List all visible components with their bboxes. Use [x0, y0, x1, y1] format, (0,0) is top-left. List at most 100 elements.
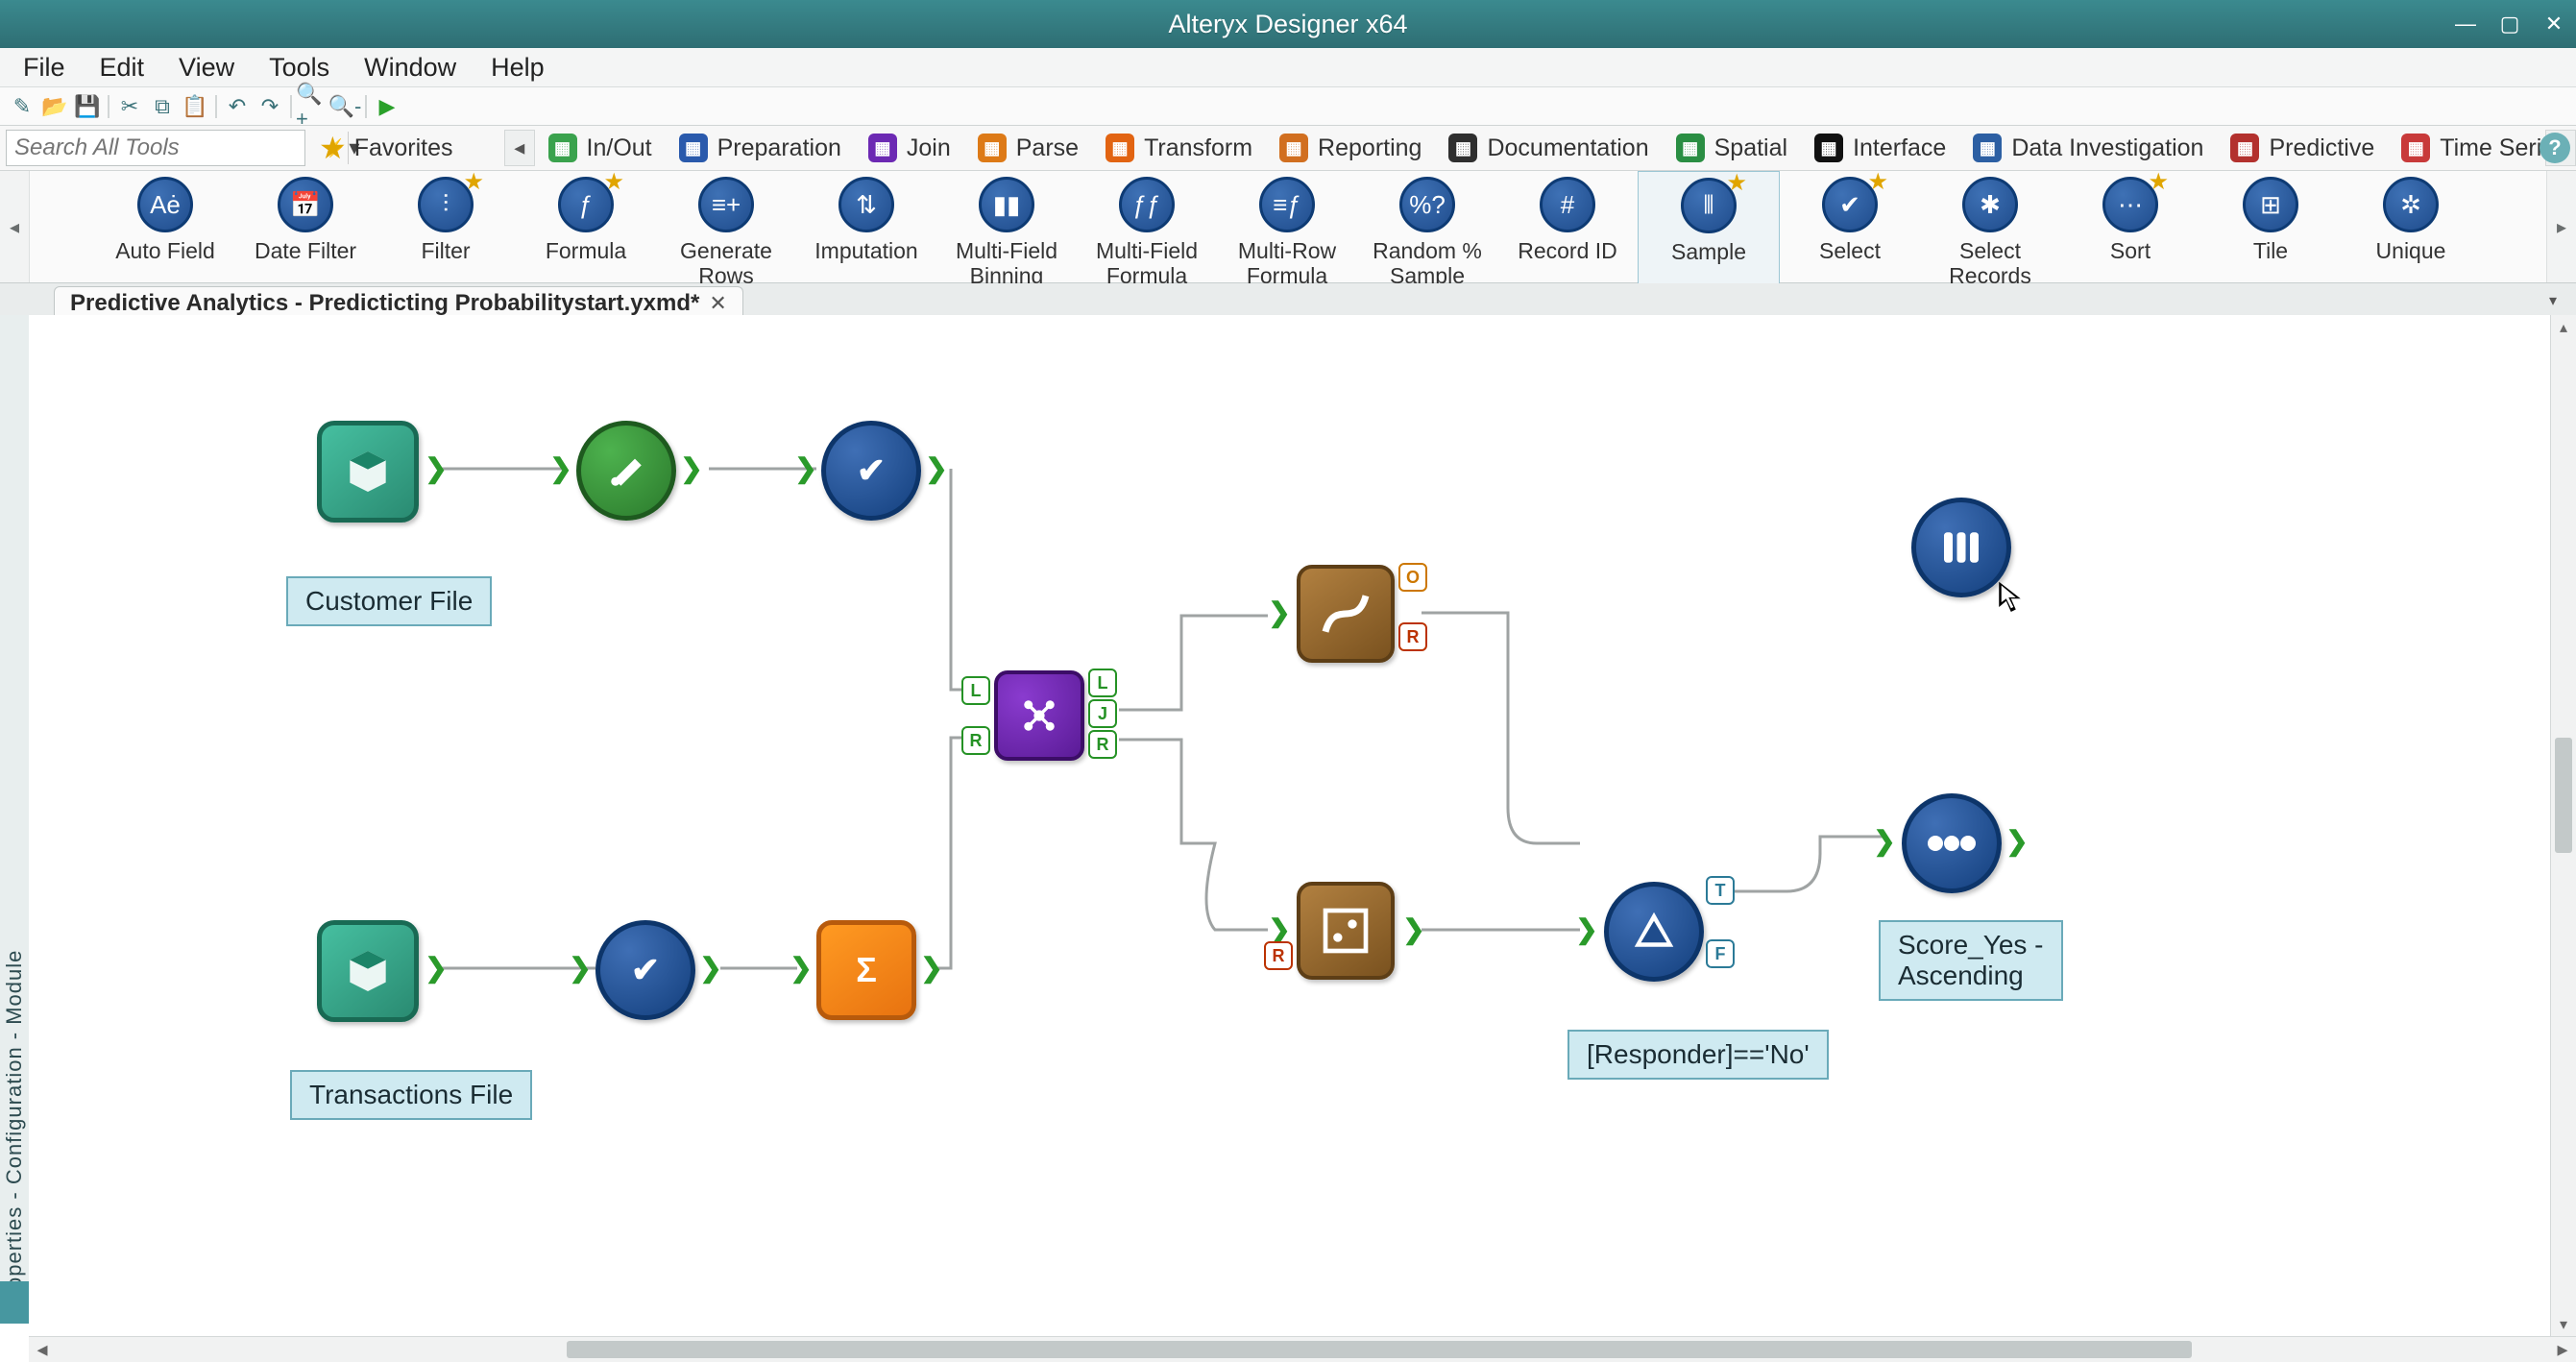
run-icon[interactable]: ▶ — [371, 91, 403, 122]
scroll-down-icon[interactable]: ▾ — [2551, 1312, 2576, 1337]
category-time-series[interactable]: ▦Time Series — [2388, 131, 2545, 165]
copy-icon[interactable]: ⧉ — [146, 91, 179, 122]
tool-multi-row-formula[interactable]: ≡ƒMulti-Row Formula — [1217, 171, 1357, 288]
save-icon[interactable]: 💾 — [71, 91, 104, 122]
input-port[interactable] — [790, 949, 813, 985]
scroll-right-icon[interactable]: ▸ — [2549, 1337, 2576, 1362]
tool-record-id[interactable]: #Record ID — [1497, 171, 1638, 288]
favorites-tab[interactable]: ★ Favorites — [309, 131, 504, 165]
category-data-investigation[interactable]: ▦Data Investigation — [1959, 131, 2217, 165]
join-port-j-out[interactable]: J — [1088, 699, 1117, 728]
category-transform[interactable]: ▦Transform — [1092, 131, 1266, 165]
vertical-scrollbar[interactable]: ▴ ▾ — [2550, 315, 2576, 1337]
category-preparation[interactable]: ▦Preparation — [666, 131, 855, 165]
zoom-out-icon[interactable]: 🔍- — [328, 91, 361, 122]
menu-window[interactable]: Window — [347, 49, 474, 86]
node-sample-drag[interactable] — [1911, 498, 2011, 597]
tool-sample[interactable]: ⫴★Sample — [1638, 171, 1780, 288]
properties-panel-collapsed[interactable]: Properties - Configuration - Module — [0, 315, 30, 1324]
palette-nav-right-icon[interactable]: ▸ — [2546, 171, 2576, 282]
category-predictive[interactable]: ▦Predictive — [2217, 131, 2388, 165]
tool-random-sample[interactable]: %?Random % Sample — [1357, 171, 1497, 288]
maximize-button[interactable]: ▢ — [2488, 0, 2532, 48]
cut-icon[interactable]: ✂ — [113, 91, 146, 122]
node-data-cleansing[interactable] — [576, 421, 676, 521]
node-select-customer[interactable]: ✔ — [821, 421, 921, 521]
node-sort[interactable] — [1902, 793, 2002, 893]
tool-date-filter[interactable]: 📅Date Filter — [235, 171, 376, 288]
paste-icon[interactable]: 📋 — [179, 91, 211, 122]
category-nav-left-icon[interactable]: ◂ — [504, 130, 535, 166]
scroll-thumb-h[interactable] — [567, 1341, 2192, 1358]
search-tool-box[interactable]: ⚡ ▾ — [6, 130, 305, 166]
tab-close-icon[interactable]: ✕ — [709, 291, 726, 316]
input-port[interactable] — [569, 949, 592, 985]
port-o-out[interactable]: O — [1398, 563, 1427, 592]
input-port[interactable] — [549, 450, 572, 486]
zoom-in-icon[interactable]: 🔍+ — [296, 91, 328, 122]
node-input-customer[interactable] — [317, 421, 419, 523]
node-summarize[interactable]: Σ — [816, 920, 916, 1020]
close-button[interactable]: ✕ — [2532, 0, 2576, 48]
canvas[interactable]: Customer File ✔ Transactions File ✔ Σ — [29, 315, 2576, 1337]
output-port[interactable] — [425, 450, 448, 486]
node-select-transactions[interactable]: ✔ — [595, 920, 695, 1020]
tool-filter[interactable]: ⫶★Filter — [376, 171, 516, 288]
input-port[interactable] — [1873, 822, 1896, 859]
join-port-l-out[interactable]: L — [1088, 669, 1117, 697]
horizontal-scrollbar[interactable]: ◂ ▸ — [29, 1336, 2576, 1362]
tool-sort[interactable]: ⋯★Sort — [2060, 171, 2200, 288]
tool-unique[interactable]: ✲Unique — [2341, 171, 2481, 288]
port-false-out[interactable]: F — [1706, 939, 1735, 968]
tab-dropdown-icon[interactable]: ▾ — [2549, 291, 2572, 314]
menu-help[interactable]: Help — [474, 49, 562, 86]
help-icon[interactable]: ? — [2540, 133, 2570, 163]
node-filter[interactable]: T F — [1604, 882, 1704, 982]
output-port[interactable] — [925, 450, 948, 486]
tool-tile[interactable]: ⊞Tile — [2200, 171, 2341, 288]
output-port[interactable] — [425, 949, 448, 985]
new-icon[interactable]: ✎ — [6, 91, 38, 122]
input-port[interactable] — [1268, 594, 1291, 630]
node-score-top[interactable]: O R — [1297, 565, 1395, 663]
input-port[interactable] — [1575, 911, 1598, 947]
palette-nav-left-icon[interactable]: ◂ — [0, 171, 30, 282]
scroll-left-icon[interactable]: ◂ — [29, 1337, 56, 1362]
node-join[interactable]: L R L J R — [994, 670, 1084, 761]
menu-file[interactable]: File — [6, 49, 83, 86]
input-port[interactable] — [794, 450, 817, 486]
category-spatial[interactable]: ▦Spatial — [1663, 131, 1801, 165]
category-reporting[interactable]: ▦Reporting — [1266, 131, 1435, 165]
tool-select[interactable]: ✔★Select — [1780, 171, 1920, 288]
join-port-r-out[interactable]: R — [1088, 730, 1117, 759]
output-port[interactable] — [2005, 822, 2029, 859]
join-port-r-in[interactable]: R — [961, 726, 990, 755]
tool-select-records[interactable]: ✱Select Records — [1920, 171, 2060, 288]
panel-handle-icon[interactable] — [0, 1281, 29, 1324]
tool-imputation[interactable]: ⇅Imputation — [796, 171, 936, 288]
output-port[interactable] — [1402, 911, 1425, 947]
node-score-bottom[interactable]: R — [1297, 882, 1395, 980]
port-r-out[interactable]: R — [1398, 622, 1427, 651]
undo-icon[interactable]: ↶ — [221, 91, 254, 122]
category-join[interactable]: ▦Join — [855, 131, 964, 165]
minimize-button[interactable]: — — [2443, 0, 2488, 48]
category-interface[interactable]: ▦Interface — [1801, 131, 1959, 165]
tool-formula[interactable]: ƒ★Formula — [516, 171, 656, 288]
port-r-in[interactable]: R — [1264, 941, 1293, 970]
redo-icon[interactable]: ↷ — [254, 91, 286, 122]
open-icon[interactable]: 📂 — [38, 91, 71, 122]
tool-auto-field[interactable]: AėAuto Field — [95, 171, 235, 288]
port-true-out[interactable]: T — [1706, 876, 1735, 905]
category-parse[interactable]: ▦Parse — [964, 131, 1092, 165]
tool-generate-rows[interactable]: ≡+Generate Rows — [656, 171, 796, 288]
menu-edit[interactable]: Edit — [83, 49, 162, 86]
output-port[interactable] — [680, 450, 703, 486]
tool-multi-field-binning[interactable]: ▮▮Multi-Field Binning — [936, 171, 1077, 288]
output-port[interactable] — [699, 949, 722, 985]
category-documentation[interactable]: ▦Documentation — [1435, 131, 1662, 165]
menu-view[interactable]: View — [161, 49, 252, 86]
category-in-out[interactable]: ▦In/Out — [535, 131, 666, 165]
output-port[interactable] — [920, 949, 943, 985]
join-port-l-in[interactable]: L — [961, 676, 990, 705]
